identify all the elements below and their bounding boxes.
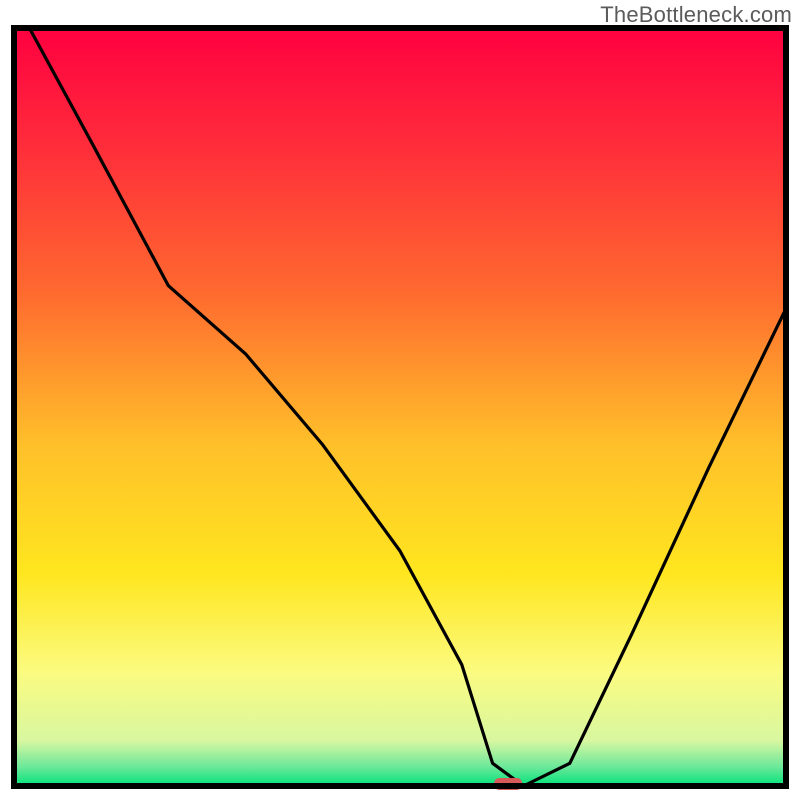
chart-frame: TheBottleneck.com (0, 0, 800, 800)
watermark-text: TheBottleneck.com (600, 2, 792, 28)
bottleneck-chart (0, 0, 800, 800)
plot-area (14, 28, 786, 790)
gradient-background (14, 28, 786, 786)
